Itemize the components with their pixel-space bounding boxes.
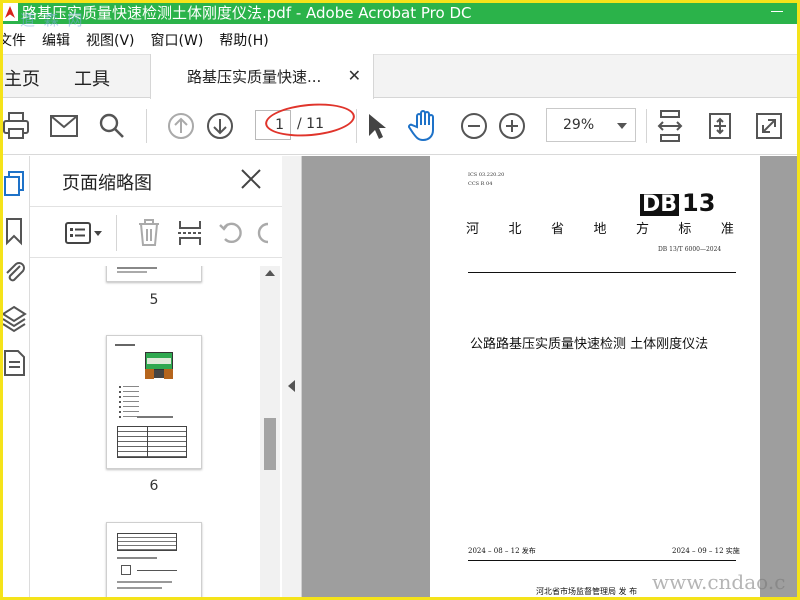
options-menu-icon[interactable]: [64, 221, 104, 245]
thumbnail-page-5[interactable]: [106, 266, 202, 282]
thumbnail-page-6[interactable]: [106, 335, 202, 469]
zoom-in-icon[interactable]: [497, 111, 527, 141]
tab-document[interactable]: 路基压实质量快速... ✕: [150, 54, 374, 99]
scrollbar-thumb[interactable]: [264, 418, 276, 470]
footer-divider: [468, 560, 736, 561]
ics-code: ICS 03.220.20 CCS R 04: [468, 172, 505, 187]
watermark-bottom: www.cndao.c: [652, 570, 786, 594]
collapse-panel-icon[interactable]: [288, 380, 295, 392]
tab-bar: 主页 工具 路基压实质量快速... ✕: [0, 54, 800, 99]
province-char: 方: [635, 222, 649, 237]
menu-edit[interactable]: 编辑: [34, 30, 78, 50]
standard-heading: 河 北 省 地 方 标 准: [466, 218, 734, 237]
panel-splitter[interactable]: [282, 156, 302, 600]
insert-page-icon[interactable]: [176, 219, 204, 247]
next-page-icon[interactable]: [205, 111, 235, 141]
previous-page-icon[interactable]: [166, 111, 196, 141]
email-icon[interactable]: [49, 114, 79, 138]
province-char: 准: [720, 222, 734, 237]
zoom-out-icon[interactable]: [459, 111, 489, 141]
search-icon[interactable]: [98, 112, 126, 140]
standard-number: DB 13/T 6000—2024: [658, 246, 722, 253]
fullscreen-icon[interactable]: [754, 111, 784, 141]
document-tab-label: 路基压实质量快速...: [187, 68, 322, 86]
thumbnail-scrollbar[interactable]: [260, 266, 280, 600]
trash-icon[interactable]: [136, 219, 162, 247]
fit-width-icon[interactable]: [656, 109, 684, 143]
panel-toolbar: [30, 206, 282, 258]
close-tab-icon[interactable]: ✕: [348, 66, 361, 85]
content-icon[interactable]: [2, 348, 28, 378]
rotate-view-icon[interactable]: [706, 111, 734, 141]
thumbnails-panel: 页面缩略图 5 6: [30, 156, 282, 600]
province-char: 标: [678, 222, 692, 237]
bookmark-icon[interactable]: [2, 216, 28, 246]
menu-file[interactable]: 文件: [0, 30, 34, 50]
tab-home[interactable]: 主页: [4, 65, 40, 91]
hand-tool-icon[interactable]: [408, 109, 440, 143]
db-prefix: DB: [640, 192, 680, 217]
scroll-up-icon[interactable]: [265, 270, 275, 276]
document-viewport[interactable]: ICS 03.220.20 CCS R 04 DB 13 河 北 省 地 方 标 …: [282, 156, 800, 600]
toolbar: 1 / 11 29%: [0, 99, 800, 155]
db-number: 13: [682, 189, 716, 217]
select-cursor-icon[interactable]: [366, 112, 388, 142]
province-char: 北: [508, 222, 522, 237]
thumbnail-list: 5 6: [30, 266, 258, 600]
menu-bar: 文件 编辑 视图(V) 窗口(W) 帮助(H): [0, 28, 800, 52]
province-char: 地: [593, 222, 607, 237]
watermark-top: 道 森 网: [20, 11, 85, 29]
zoom-value: 29%: [563, 117, 595, 133]
menu-help[interactable]: 帮助(H): [211, 30, 276, 50]
document-page: ICS 03.220.20 CCS R 04 DB 13 河 北 省 地 方 标 …: [430, 156, 760, 600]
print-icon[interactable]: [2, 111, 30, 141]
left-rail: [0, 156, 30, 600]
window-title: 路基压实质量快速检测土体刚度仪法.pdf - Adobe Acrobat Pro…: [22, 3, 472, 22]
undo-icon[interactable]: [218, 219, 246, 247]
thumbnail-label-5: 5: [149, 292, 159, 308]
header-divider: [468, 272, 736, 273]
layers-icon[interactable]: [2, 304, 28, 334]
province-char: 省: [550, 222, 564, 237]
redo-icon[interactable]: [256, 219, 270, 247]
panel-title: 页面缩略图: [62, 173, 152, 194]
acrobat-icon: [2, 3, 18, 21]
document-title: 公路路基压实质量快速检测 土体刚度仪法: [470, 337, 709, 352]
minimize-button[interactable]: [764, 2, 790, 20]
page-thumbnails-icon[interactable]: [2, 170, 28, 200]
thumbnail-label-6: 6: [149, 478, 159, 494]
db-logo: DB 13: [640, 189, 715, 217]
close-panel-icon[interactable]: [240, 168, 262, 190]
issuer: 河北省市场监督管理局 发 布: [536, 587, 638, 596]
zoom-select[interactable]: 29%: [546, 108, 636, 142]
tab-tools[interactable]: 工具: [74, 65, 110, 91]
menu-view[interactable]: 视图(V): [78, 30, 143, 50]
chevron-down-icon: [617, 123, 627, 129]
issue-date: 2024 – 08 – 12 发布: [468, 547, 536, 555]
title-bar: 路基压实质量快速检测土体刚度仪法.pdf - Adobe Acrobat Pro…: [0, 0, 800, 24]
implement-date: 2024 – 09 – 12 实施: [672, 547, 740, 555]
menu-window[interactable]: 窗口(W): [143, 30, 212, 50]
thumbnail-page-7[interactable]: [106, 522, 202, 600]
attachment-icon[interactable]: [2, 258, 28, 288]
province-char: 河: [466, 222, 480, 237]
